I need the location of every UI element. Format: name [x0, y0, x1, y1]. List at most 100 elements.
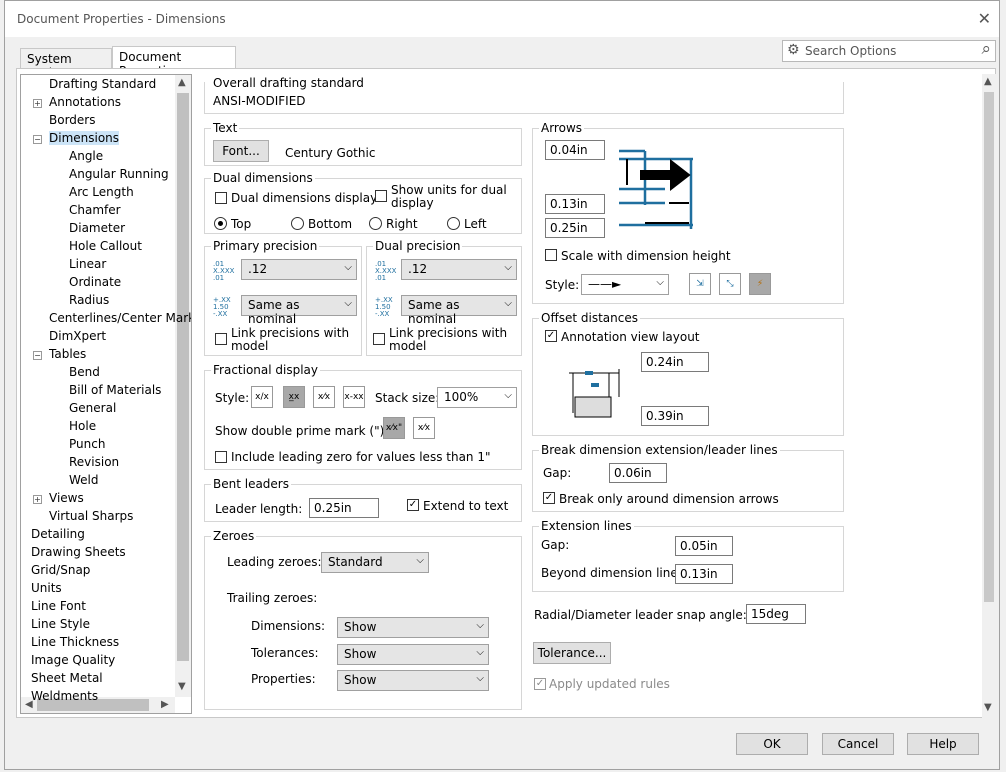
search-box[interactable]: ⚙ Search Options ⌕ [782, 39, 996, 62]
tree-item[interactable]: Line Thickness [31, 635, 119, 649]
annotation-view-layout-checkbox[interactable]: ✓ [545, 330, 557, 342]
tolerance-button[interactable]: Tolerance... [533, 642, 611, 664]
double-prime-off-icon[interactable]: x⁄x [413, 417, 435, 439]
tree-item[interactable]: Weld [69, 473, 99, 487]
arrow-style-select[interactable]: ——► ⌵ [581, 274, 669, 295]
extend-to-text-checkbox[interactable]: ✓ [407, 499, 419, 511]
tree-item[interactable]: Bill of Materials [69, 383, 161, 397]
trailing-tolerances-select[interactable]: Show ⌵ [337, 644, 489, 665]
scroll-down-icon[interactable]: ▼ [178, 681, 186, 692]
radio-top[interactable] [214, 217, 227, 230]
tree-item[interactable]: Sheet Metal [31, 671, 103, 685]
tree-item[interactable]: Drawing Sheets [31, 545, 126, 559]
tab-document-properties[interactable]: Document Properties [112, 46, 236, 78]
radial-snap-input[interactable]: 15deg [746, 604, 806, 624]
ok-button[interactable]: OK [736, 733, 808, 755]
tree-item[interactable]: Hole [69, 419, 96, 433]
leader-length-input[interactable]: 0.25in [309, 498, 379, 518]
tab-system-options[interactable]: System Options [20, 48, 112, 80]
scroll-right-icon[interactable]: ▶ [161, 699, 169, 710]
cancel-button[interactable]: Cancel [822, 733, 894, 755]
panel-vertical-scrollbar[interactable]: ▲ ▼ [982, 74, 996, 718]
tree-item[interactable]: Drafting Standard [49, 77, 156, 91]
tree-item[interactable]: Radius [69, 293, 109, 307]
fraction-style-inline-icon[interactable]: x/x [251, 386, 273, 408]
scroll-up-icon[interactable]: ▲ [984, 76, 992, 87]
offset-distance-2-input[interactable]: 0.39in [641, 406, 709, 426]
gear-icon[interactable]: ⚙ [787, 42, 800, 58]
tree-item[interactable]: Annotations [49, 95, 121, 109]
beyond-dimension-input[interactable]: 0.13in [675, 564, 733, 584]
tree-item[interactable]: Revision [69, 455, 119, 469]
tree-item[interactable]: Units [31, 581, 62, 595]
scale-with-height-checkbox[interactable] [545, 249, 557, 261]
tree-item[interactable]: Detailing [31, 527, 85, 541]
tree-item[interactable]: Linear [69, 257, 106, 271]
radio-right[interactable] [369, 217, 382, 230]
arrows-outside-icon[interactable]: ⤡ [719, 273, 741, 295]
fraction-style-dash-icon[interactable]: x-xx [343, 386, 365, 408]
leading-zeroes-select[interactable]: Standard ⌵ [321, 552, 429, 573]
scroll-up-icon[interactable]: ▲ [178, 77, 186, 88]
dual-display-checkbox[interactable] [215, 192, 227, 204]
tree-item[interactable]: Dimensions [49, 131, 120, 145]
scroll-thumb[interactable] [177, 93, 189, 661]
dual-precision-select[interactable]: .12 ⌵ [401, 259, 517, 280]
search-icon[interactable]: ⌕ [981, 39, 991, 59]
dual-link-checkbox[interactable] [373, 333, 385, 345]
tree-item[interactable]: Chamfer [69, 203, 121, 217]
break-gap-input[interactable]: 0.06in [609, 463, 667, 483]
radio-bottom[interactable] [291, 217, 304, 230]
tree-item[interactable]: Weldments [31, 689, 98, 703]
show-units-checkbox[interactable] [375, 190, 387, 202]
expand-icon[interactable]: + [33, 495, 42, 504]
trailing-dimensions-select[interactable]: Show ⌵ [337, 617, 489, 638]
dual-tolerance-select[interactable]: Same as nominal ⌵ [401, 295, 517, 326]
options-tree[interactable]: ▲ ▼ ◀ ▶ Drafting Standard Annotations + Bor… [20, 74, 192, 714]
extension-gap-input[interactable]: 0.05in [675, 536, 733, 556]
tree-vertical-scrollbar[interactable]: ▲ ▼ [175, 75, 191, 697]
tree-item[interactable]: Centerlines/Center Mark [49, 311, 191, 325]
tree-item[interactable]: DimXpert [49, 329, 106, 343]
scroll-thumb[interactable] [984, 92, 994, 602]
tree-item[interactable]: Hole Callout [69, 239, 142, 253]
tree-item[interactable]: Tables [49, 347, 86, 361]
scroll-down-icon[interactable]: ▼ [984, 702, 992, 713]
fraction-style-stacked-icon[interactable]: x̲x [283, 386, 305, 408]
tree-item[interactable]: Image Quality [31, 653, 115, 667]
tree-item[interactable]: Punch [69, 437, 105, 451]
tree-item[interactable]: Arc Length [69, 185, 134, 199]
double-prime-on-icon[interactable]: x⁄x" [383, 417, 405, 439]
primary-tolerance-select[interactable]: Same as nominal ⌵ [241, 295, 357, 326]
arrows-inside-icon[interactable]: ⇲ [689, 273, 711, 295]
search-input[interactable]: Search Options [805, 44, 896, 58]
arrows-smart-icon[interactable]: ⚡ [749, 273, 771, 295]
tree-item[interactable]: Bend [69, 365, 100, 379]
offset-distance-1-input[interactable]: 0.24in [641, 352, 709, 372]
fraction-style-diagonal-icon[interactable]: x⁄x [313, 386, 335, 408]
tree-item[interactable]: Grid/Snap [31, 563, 90, 577]
tree-item[interactable]: Angular Running [69, 167, 169, 181]
leading-zero-checkbox[interactable] [215, 451, 227, 463]
apply-updated-rules-checkbox[interactable]: ✓ [534, 678, 546, 690]
tree-item[interactable]: Virtual Sharps [49, 509, 133, 523]
primary-precision-select[interactable]: .12 ⌵ [241, 259, 357, 280]
tree-item[interactable]: General [69, 401, 116, 415]
primary-link-checkbox[interactable] [215, 333, 227, 345]
radio-left[interactable] [447, 217, 460, 230]
collapse-icon[interactable]: − [33, 135, 42, 144]
tree-item[interactable]: Diameter [69, 221, 125, 235]
arrow-length-input[interactable]: 0.25in [545, 218, 605, 238]
help-button[interactable]: Help [907, 733, 979, 755]
arrow-width-input[interactable]: 0.04in [545, 140, 605, 160]
arrow-height-input[interactable]: 0.13in [545, 194, 605, 214]
tree-item[interactable]: Angle [69, 149, 103, 163]
collapse-icon[interactable]: − [33, 351, 42, 360]
tree-item[interactable]: Ordinate [69, 275, 121, 289]
tree-item[interactable]: Views [49, 491, 84, 505]
tree-item[interactable]: Line Font [31, 599, 86, 613]
expand-icon[interactable]: + [33, 99, 42, 108]
tree-item[interactable]: Borders [49, 113, 95, 127]
tree-item[interactable]: Line Style [31, 617, 90, 631]
stack-size-select[interactable]: 100% ⌵ [437, 387, 517, 408]
